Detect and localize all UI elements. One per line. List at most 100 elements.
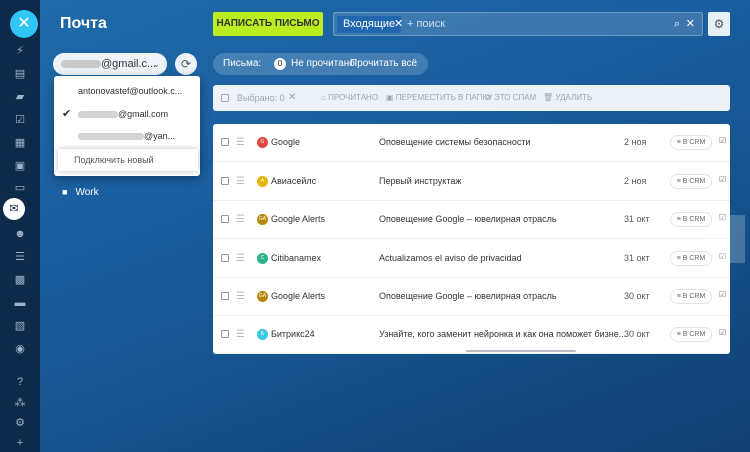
horizontal-scrollbar[interactable] <box>466 350 576 352</box>
row-menu-icon[interactable]: ☰ <box>236 253 245 264</box>
task-icon[interactable]: ☑ <box>719 328 730 341</box>
mark-read-label: ПРОЧИТАНО <box>328 93 379 102</box>
sender-name: Google Alerts <box>271 291 326 301</box>
masked-text <box>78 133 144 141</box>
close-icon[interactable]: ✕ <box>10 10 38 38</box>
message-row[interactable]: ☰ C Citibanamex Actualizamos el aviso de… <box>213 240 730 278</box>
write-letter-button[interactable]: НАПИСАТЬ ПИСЬМО <box>213 12 323 36</box>
check-circle-icon[interactable]: ◉ <box>13 342 27 356</box>
chat-icon[interactable]: ▰ <box>13 90 27 104</box>
clear-selection-icon[interactable]: ✕ <box>288 85 296 111</box>
filter-chip-inbox[interactable]: Входящие <box>337 16 402 33</box>
mail-nav-active[interactable]: ✉ <box>3 198 25 220</box>
chip-close-icon[interactable]: ✕ <box>394 16 403 33</box>
to-crm-button[interactable]: ≡ В CRM <box>670 251 712 266</box>
refresh-button[interactable]: ⟳ <box>175 53 197 75</box>
row-checkbox[interactable] <box>221 215 229 223</box>
crm-icon[interactable]: ▩ <box>13 273 27 287</box>
row-checkbox[interactable] <box>221 330 229 338</box>
spam-button[interactable]: ⊘ ЭТО СПАМ <box>485 85 536 111</box>
settings-button[interactable]: ⚙ <box>708 12 730 36</box>
masked-text <box>61 60 101 69</box>
box-icon[interactable]: ▧ <box>13 319 27 333</box>
search-bar[interactable]: Входящие ✕ + поиск ⌕ ✕ <box>333 12 703 36</box>
help-icon[interactable]: ? <box>13 375 27 389</box>
task-icon[interactable]: ☑ <box>719 136 730 149</box>
page-title: Почта <box>60 15 107 32</box>
task-icon[interactable]: ☑ <box>719 175 730 188</box>
settings-icon[interactable]: ⚙ <box>13 416 27 430</box>
contacts-icon[interactable]: ☻ <box>13 227 27 241</box>
calendar-icon[interactable]: ▦ <box>13 136 27 150</box>
message-date: 30 окт <box>624 329 650 339</box>
select-all-checkbox[interactable] <box>221 94 229 102</box>
task-icon[interactable]: ☑ <box>719 290 730 303</box>
message-date: 31 окт <box>624 253 650 263</box>
account-selector[interactable]: @gmail.c... ⌄ <box>53 53 167 75</box>
account-option-label: antonovastef@outlook.c... <box>78 86 183 96</box>
message-row[interactable]: ☰ GA Google Alerts Оповещение Google – ю… <box>213 201 730 239</box>
to-crm-button[interactable]: ≡ В CRM <box>670 327 712 342</box>
account-option[interactable]: antonovastef@outlook.c... <box>54 81 200 101</box>
sender-name: Авиасейлс <box>271 176 317 186</box>
message-row[interactable]: ☰ G Google Оповещение системы безопаснос… <box>213 124 730 162</box>
filter-icon[interactable]: ☰ <box>13 250 27 264</box>
mail-icon: ✉ <box>9 203 19 215</box>
row-checkbox[interactable] <box>221 177 229 185</box>
chevron-right-icon[interactable]: › <box>705 215 745 263</box>
tasks-icon[interactable]: ☑ <box>13 113 27 127</box>
folder-label: Work <box>75 187 99 198</box>
message-subject: Оповещение Google – ювелирная отрасль <box>379 214 557 224</box>
delete-button[interactable]: 🗑 УДАЛИТЬ <box>543 85 592 111</box>
to-crm-button[interactable]: ≡ В CRM <box>670 135 712 150</box>
row-menu-icon[interactable]: ☰ <box>236 137 245 148</box>
connect-new-account-button[interactable]: Подключить новый <box>58 149 198 171</box>
account-option[interactable]: @yan... <box>54 126 200 146</box>
drive-icon[interactable]: ▭ <box>13 181 27 195</box>
message-date: 2 ноя <box>624 137 647 147</box>
row-menu-icon[interactable]: ☰ <box>236 176 245 187</box>
mark-read-button[interactable]: ⌂ ПРОЧИТАНО <box>321 85 378 111</box>
row-checkbox[interactable] <box>221 292 229 300</box>
docs-icon[interactable]: ▣ <box>13 159 27 173</box>
crm-label: В CRM <box>682 139 706 146</box>
message-list: ☰ G Google Оповещение системы безопаснос… <box>213 124 730 354</box>
crm-label: В CRM <box>682 293 706 300</box>
message-subject: Actualizamos el aviso de privacidad <box>379 253 522 263</box>
row-checkbox[interactable] <box>221 138 229 146</box>
search-icon[interactable]: ⌕ <box>674 16 680 33</box>
move-to-folder-button[interactable]: ▣ ПЕРЕМЕСТИТЬ В ПАПКУ <box>386 85 492 111</box>
unread-filter-button[interactable]: Не прочитано <box>291 53 355 75</box>
crm-label: В CRM <box>682 331 706 338</box>
activity-icon[interactable]: ⚡ <box>13 44 27 58</box>
to-crm-button[interactable]: ≡ В CRM <box>670 212 712 227</box>
folder-item-work[interactable]: ■ Work <box>62 187 99 198</box>
read-all-button[interactable]: Прочитать всё <box>350 53 417 75</box>
account-option-label: @gmail.com <box>118 109 169 119</box>
message-row[interactable]: ☰ Б Битрикс24 Узнайте, кого заменит нейр… <box>213 316 730 354</box>
row-menu-icon[interactable]: ☰ <box>236 291 245 302</box>
letters-filter-bar: Письма: 0 Не прочитано Прочитать всё <box>213 53 428 75</box>
shop-icon[interactable]: ▬ <box>13 296 27 310</box>
sender-avatar: GA <box>257 214 268 225</box>
crm-label: В CRM <box>682 178 706 185</box>
row-checkbox[interactable] <box>221 254 229 262</box>
crm-label: В CRM <box>682 216 706 223</box>
row-menu-icon[interactable]: ☰ <box>236 214 245 225</box>
structure-icon[interactable]: ⁂ <box>13 396 27 410</box>
move-label: ПЕРЕМЕСТИТЬ В ПАПКУ <box>395 93 493 102</box>
message-subject: Оповещение Google – ювелирная отрасль <box>379 291 557 301</box>
row-menu-icon[interactable]: ☰ <box>236 329 245 340</box>
message-row[interactable]: ☰ А Авиасейлс Первый инструктаж 2 ноя ≡ … <box>213 163 730 201</box>
to-crm-button[interactable]: ≡ В CRM <box>670 174 712 189</box>
chevron-down-icon: ⌄ <box>152 59 160 69</box>
add-icon[interactable]: + <box>13 436 27 450</box>
folder-icon: ■ <box>62 187 68 197</box>
account-option[interactable]: ✔ @gmail.com <box>54 104 200 124</box>
to-crm-button[interactable]: ≡ В CRM <box>670 289 712 304</box>
message-date: 31 окт <box>624 214 650 224</box>
message-row[interactable]: ☰ GA Google Alerts Оповещение Google – ю… <box>213 278 730 316</box>
search-input[interactable]: + поиск <box>407 16 445 33</box>
clear-icon[interactable]: ✕ <box>686 16 695 33</box>
feed-icon[interactable]: ▤ <box>13 67 27 81</box>
